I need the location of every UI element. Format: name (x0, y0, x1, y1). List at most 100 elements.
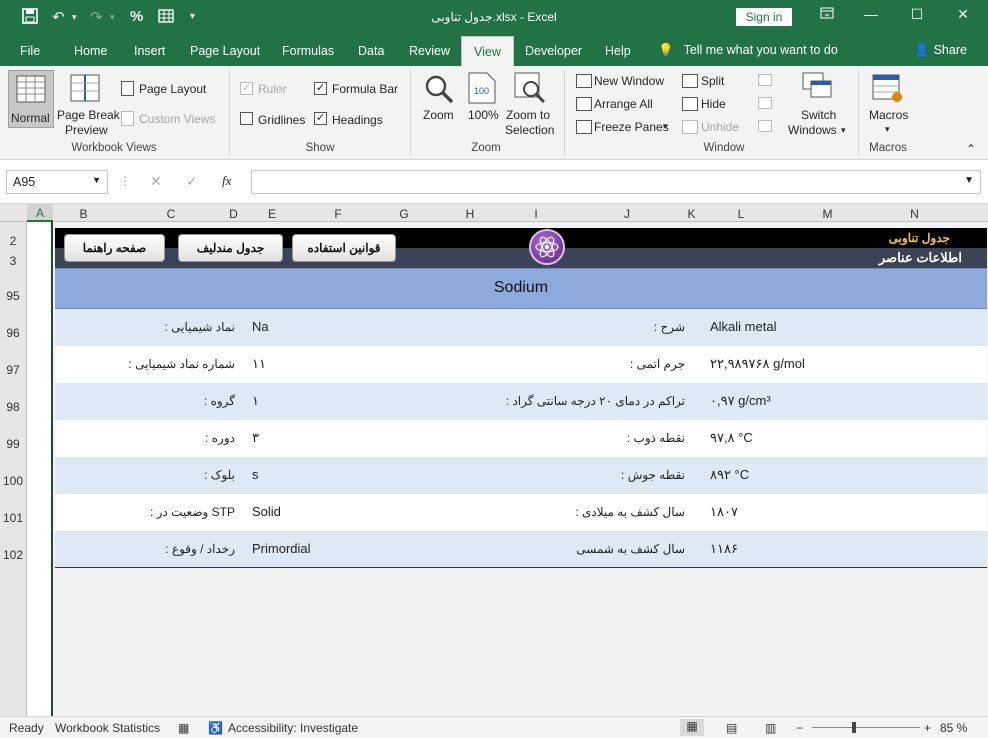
column-header-l[interactable]: L (698, 207, 784, 221)
page-layout-status-icon[interactable]: ▤ (726, 721, 737, 735)
arrange-all-button[interactable]: Arrange All (594, 97, 653, 111)
freeze-panes-button[interactable]: Freeze Panes (594, 120, 669, 134)
tab-help[interactable]: Help (605, 44, 631, 58)
tab-review[interactable]: Review (409, 44, 450, 58)
zoom-in-icon[interactable]: + (924, 721, 931, 735)
table-bottom-border (55, 567, 987, 568)
collapse-ribbon-icon[interactable]: ⌃ (966, 142, 976, 156)
row-header-97[interactable]: 97 (0, 363, 26, 377)
tab-page-layout[interactable]: Page Layout (190, 44, 260, 58)
formula-bar-checkbox[interactable]: ✓ (314, 82, 327, 95)
page-break-status-icon[interactable]: ▥ (765, 721, 776, 735)
maximize-icon[interactable]: ☐ (902, 6, 932, 23)
column-header-i[interactable]: I (503, 207, 569, 221)
switch-windows-icon[interactable] (802, 72, 834, 104)
column-header-j[interactable]: J (569, 207, 685, 221)
row-header-102[interactable]: 102 (0, 548, 26, 562)
switch-windows-label[interactable]: Switch (801, 108, 836, 122)
worksheet[interactable]: صفحه راهنما جدول مندلیف قوانین استفاده ج… (27, 222, 988, 716)
zoom-slider-track[interactable] (812, 727, 920, 728)
macros-button[interactable]: Macros (869, 108, 908, 122)
insert-function-icon[interactable]: fx (222, 173, 231, 189)
zoom-100-button[interactable]: 100% (468, 108, 499, 122)
row-header-98[interactable]: 98 (0, 400, 26, 414)
row-header-95[interactable]: 95 (0, 289, 26, 303)
page-break-preview-label-2[interactable]: Preview (65, 123, 108, 137)
tab-developer[interactable]: Developer (525, 44, 582, 58)
page-break-preview-label[interactable]: Page Break (57, 108, 120, 122)
tab-data[interactable]: Data (358, 44, 384, 58)
freeze-panes-dropdown-icon[interactable]: ▾ (663, 121, 668, 132)
name-box[interactable]: A95 ▼ (6, 170, 108, 194)
column-header-c[interactable]: C (114, 207, 228, 221)
page-break-preview-icon[interactable] (70, 74, 100, 102)
headings-label[interactable]: Headings (332, 113, 383, 127)
help-page-button[interactable]: صفحه راهنما (64, 234, 165, 262)
formula-bar-label[interactable]: Formula Bar (332, 82, 398, 96)
zoom-level[interactable]: 85 % (940, 721, 967, 735)
tab-file[interactable]: File (20, 44, 40, 58)
normal-view-status-icon[interactable]: ▦ (680, 719, 704, 736)
normal-view-button[interactable]: Normal (8, 70, 54, 128)
headings-checkbox[interactable]: ✓ (314, 112, 327, 125)
column-a-cells[interactable] (27, 222, 53, 716)
close-icon[interactable]: ✕ (948, 6, 978, 23)
arrange-all-icon (576, 97, 592, 111)
zoom-to-selection-icon[interactable] (514, 72, 546, 104)
column-header-a[interactable]: A (27, 204, 53, 222)
hide-button[interactable]: Hide (701, 97, 726, 111)
split-button[interactable]: Split (701, 74, 724, 88)
column-header-n[interactable]: N (871, 207, 958, 221)
row-header-101[interactable]: 101 (0, 511, 26, 525)
column-header-m[interactable]: M (784, 207, 871, 221)
column-header-g[interactable]: G (371, 207, 437, 221)
workbook-statistics[interactable]: Workbook Statistics (55, 721, 160, 735)
sign-in-button[interactable]: Sign in (736, 8, 792, 26)
macro-recording-icon[interactable]: ▦ (178, 721, 189, 735)
formula-input[interactable]: ▼ (251, 170, 981, 194)
switch-windows-label-2[interactable]: Windows (788, 123, 837, 137)
stp-state-value: Solid (252, 504, 281, 519)
zoom-to-selection-label-2[interactable]: Selection (505, 123, 554, 137)
usage-rules-button[interactable]: قوانین استفاده (292, 234, 396, 262)
tell-me-search[interactable]: 💡 Tell me what you want to do (658, 43, 838, 58)
zoom-100-icon[interactable]: 100 (468, 72, 496, 104)
zoom-slider-thumb[interactable] (852, 722, 856, 733)
column-header-e[interactable]: E (239, 207, 305, 221)
row-header-3[interactable]: 3 (0, 254, 26, 268)
name-box-dropdown-icon[interactable]: ▼ (92, 175, 101, 185)
row-header-96[interactable]: 96 (0, 326, 26, 340)
accessibility-status[interactable]: Accessibility: Investigate (228, 721, 358, 735)
zoom-out-icon[interactable]: − (796, 721, 803, 735)
mendeleev-table-button[interactable]: جدول مندلیف (178, 234, 283, 262)
gridlines-label[interactable]: Gridlines (258, 113, 305, 127)
expand-formula-bar-icon[interactable]: ▼ (964, 175, 974, 186)
column-header-f[interactable]: F (305, 207, 371, 221)
accessibility-icon[interactable]: ♿ (208, 721, 223, 735)
column-header-k[interactable]: K (685, 207, 698, 221)
row-header-99[interactable]: 99 (0, 437, 26, 451)
page-layout-button[interactable]: Page Layout (139, 82, 206, 96)
macros-dropdown-icon[interactable]: ▾ (885, 124, 890, 135)
tab-formulas[interactable]: Formulas (282, 44, 334, 58)
ribbon-display-options-icon[interactable] (812, 6, 842, 22)
macros-icon[interactable] (872, 72, 904, 104)
zoom-magnifier-icon[interactable] (424, 74, 454, 104)
share-button[interactable]: 👤 Share (914, 43, 967, 58)
minimize-icon[interactable]: — (856, 6, 886, 22)
column-header-d[interactable]: D (228, 207, 239, 221)
discovery-year-gregorian-label: : سال کشف به میلادی (575, 505, 685, 519)
tab-home[interactable]: Home (74, 44, 107, 58)
tab-insert[interactable]: Insert (134, 44, 165, 58)
gridlines-checkbox[interactable] (240, 112, 253, 125)
row-header-100[interactable]: 100 (0, 474, 26, 488)
zoom-to-selection-label[interactable]: Zoom to (506, 108, 550, 122)
column-header-h[interactable]: H (437, 207, 503, 221)
column-header-b[interactable]: B (53, 207, 114, 221)
zoom-button[interactable]: Zoom (423, 108, 454, 122)
new-window-button[interactable]: New Window (594, 74, 664, 88)
tab-view[interactable]: View (461, 36, 514, 67)
row-header-2[interactable]: 2 (0, 234, 26, 248)
discovery-year-gregorian-value: ۱۸۰۷ (710, 504, 738, 519)
switch-windows-dropdown-icon[interactable]: ▾ (841, 125, 846, 136)
